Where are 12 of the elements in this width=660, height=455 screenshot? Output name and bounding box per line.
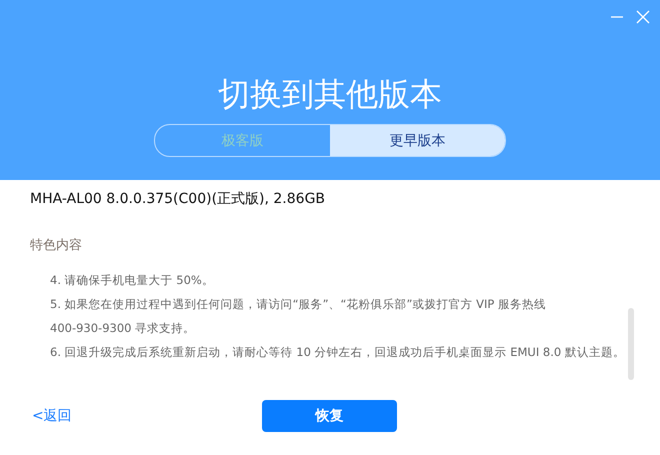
feature-text: 6. 回退升级完成后系统重新启动，请耐心等待 10 分钟左右，回退成功后手机桌面显示 EMUI 8.0 默认主题。	[50, 344, 626, 361]
scrollbar[interactable]	[628, 308, 634, 380]
back-link[interactable]: <返回	[32, 407, 262, 425]
tab[interactable]: 更早版本	[330, 125, 505, 156]
version-text: MHA-AL00 8.0.0.375(C00)(正式版), 2.86GB	[30, 190, 326, 208]
feature-text: 4. 请确保手机电量大于 50%。	[50, 272, 215, 289]
feature-text: 400-930-9300 寻求支持。	[50, 320, 196, 337]
section-heading: 特色内容	[30, 237, 83, 254]
feature-text: 5. 如果您在使用过程中遇到任何问题，请访问“服务”、“花粉俱乐部”或拨打官方 VIP 服务热线	[50, 296, 547, 313]
close-icon[interactable]	[636, 10, 650, 24]
restore-button[interactable]: 恢复	[262, 400, 397, 432]
window-title: 切换到其他版本	[218, 74, 442, 115]
